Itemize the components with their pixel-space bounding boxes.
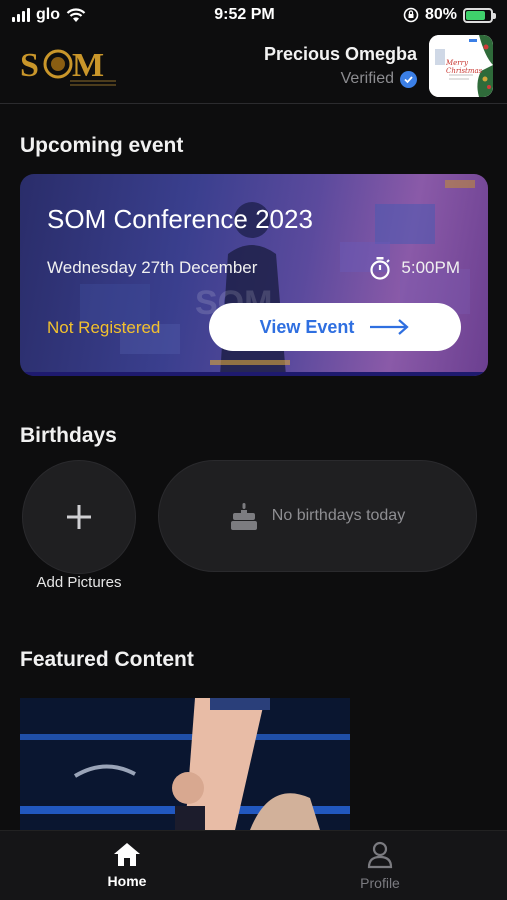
- carrier-label: glo: [36, 6, 60, 23]
- cake-icon: [230, 503, 257, 530]
- arrow-right-icon: [370, 319, 410, 335]
- battery-icon: [463, 7, 496, 23]
- event-time-label: 5:00PM: [401, 258, 460, 277]
- avatar[interactable]: Merry Christmas: [429, 35, 493, 97]
- view-event-label: View Event: [259, 316, 355, 337]
- event-title: SOM Conference 2023: [47, 204, 313, 234]
- som-logo[interactable]: S M: [20, 42, 120, 90]
- avatar-caption: Merry Christmas: [446, 59, 483, 75]
- status-left: glo: [12, 6, 86, 24]
- cellular-signal-icon: [12, 8, 30, 22]
- event-time: 5:00PM: [369, 256, 460, 280]
- event-card[interactable]: SOM SOM Conference 2023 Wednesday 27th D…: [20, 174, 488, 376]
- verified-badge-icon: [400, 70, 417, 88]
- battery-percent: 80%: [424, 6, 457, 23]
- registration-status: Not Registered: [47, 318, 161, 337]
- home-icon: [114, 843, 140, 866]
- tab-profile-label: Profile: [360, 875, 400, 891]
- user-name: Precious Omegba: [263, 44, 417, 64]
- add-pictures-button[interactable]: [22, 460, 136, 574]
- wifi-icon: [66, 7, 86, 22]
- status-right: 80%: [403, 6, 496, 24]
- profile-icon: [367, 841, 393, 869]
- no-birthdays-message: No birthdays today: [271, 507, 406, 524]
- orientation-lock-icon: [403, 7, 419, 23]
- bottom-tab-bar: Home Profile: [0, 830, 507, 900]
- status-bar: glo 9:52 PM 80%: [0, 0, 507, 30]
- clock: 9:52 PM: [214, 6, 275, 23]
- svg-text:M: M: [72, 47, 104, 84]
- birthdays-section-title: Birthdays: [20, 424, 117, 447]
- featured-section-title: Featured Content: [20, 648, 194, 671]
- add-pictures-label: Add Pictures: [36, 574, 122, 591]
- featured-content-image[interactable]: [20, 698, 350, 830]
- verified-label: Verified: [340, 70, 394, 87]
- svg-text:S: S: [20, 47, 39, 84]
- plus-icon: [67, 505, 91, 529]
- birthdays-empty-state: No birthdays today: [158, 460, 477, 572]
- verified-status: Verified: [341, 70, 417, 88]
- app-header: S M Precious Omegba Verified Merry Chris…: [0, 30, 507, 104]
- view-event-button[interactable]: View Event: [209, 303, 461, 351]
- tab-home[interactable]: Home: [77, 841, 177, 889]
- featured-photo: [20, 698, 350, 830]
- card-bottom-edge: [20, 372, 488, 376]
- event-date: Wednesday 27th December: [47, 258, 258, 277]
- tab-home-label: Home: [107, 873, 147, 889]
- battery-fill: [466, 10, 486, 20]
- tab-profile[interactable]: Profile: [330, 841, 430, 891]
- stopwatch-icon: [370, 257, 391, 280]
- upcoming-section-title: Upcoming event: [20, 134, 184, 157]
